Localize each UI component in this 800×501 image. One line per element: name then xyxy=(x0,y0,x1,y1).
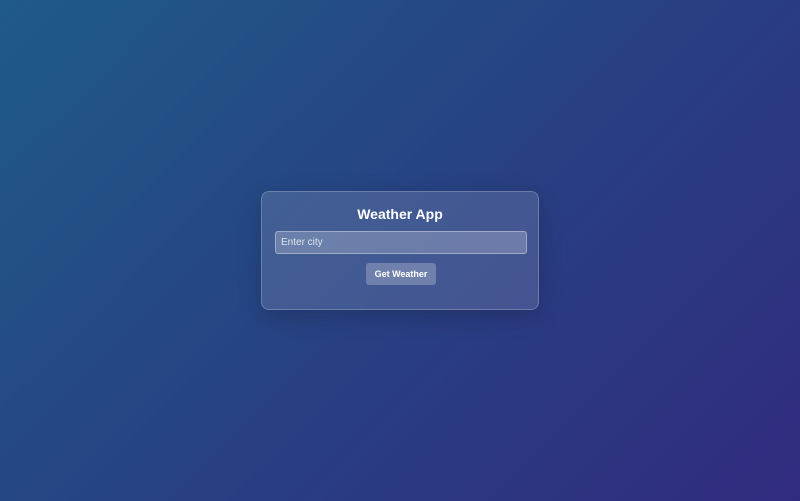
city-input[interactable] xyxy=(275,231,527,254)
get-weather-button[interactable]: Get Weather xyxy=(366,263,436,285)
weather-card: Weather App Get Weather xyxy=(261,191,539,310)
page-title: Weather App xyxy=(357,206,443,222)
